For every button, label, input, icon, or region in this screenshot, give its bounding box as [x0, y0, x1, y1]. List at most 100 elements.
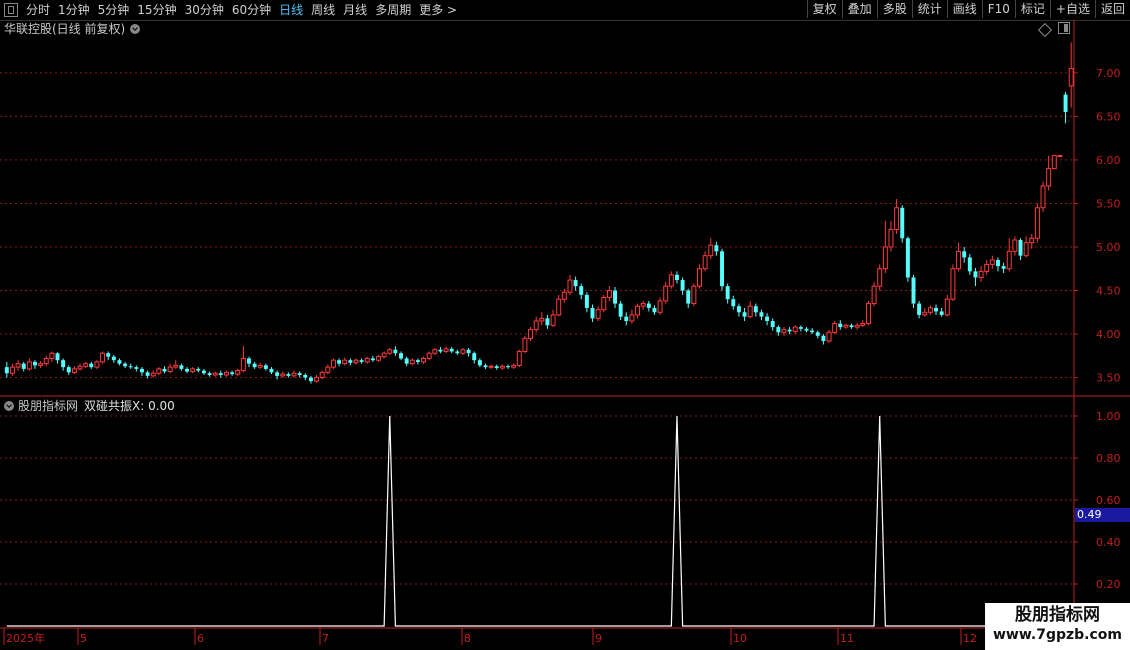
candle-body — [49, 352, 55, 359]
candle-body — [308, 377, 313, 382]
candle-body — [4, 367, 9, 374]
candle-body — [123, 363, 128, 367]
candle-body — [156, 368, 162, 374]
candle-body — [691, 285, 697, 305]
candle-body — [821, 335, 826, 342]
candle-body — [167, 366, 173, 372]
candle-body — [860, 323, 866, 326]
candle-body — [967, 257, 972, 272]
time-axis-label: 10 — [733, 632, 747, 645]
candle-body — [765, 316, 770, 321]
indicator-axis-label: 0.40 — [1096, 536, 1121, 549]
candle-body — [55, 353, 60, 361]
candle-body — [71, 368, 77, 373]
candle-body — [330, 359, 336, 368]
candle-body — [1001, 266, 1006, 269]
candle-body — [140, 368, 144, 373]
candle-body — [117, 360, 122, 364]
candle-body — [601, 296, 607, 311]
candle-body — [792, 326, 798, 332]
candle-body — [545, 318, 550, 326]
candle-body — [494, 366, 499, 369]
kline-chart[interactable]: 7.00 6.50 6.00 5.50 5.00 4.50 4.00 3.50 1.00 0.80… — [0, 0, 1130, 650]
candle-body — [539, 317, 545, 322]
candle-body — [235, 370, 241, 375]
candle-body — [275, 372, 280, 376]
price-axis-label: 4.00 — [1096, 328, 1121, 341]
candle-body — [573, 280, 578, 287]
candle-body — [1063, 94, 1068, 113]
candle-body — [162, 368, 167, 372]
candle-body — [1034, 207, 1040, 239]
candle-body — [257, 364, 263, 368]
candle-body — [911, 277, 916, 304]
indicator-axis-label: 0.20 — [1096, 578, 1121, 591]
candle-body — [516, 350, 522, 366]
candle-body — [303, 374, 308, 378]
candle-body — [595, 309, 601, 319]
candle-body — [905, 238, 910, 278]
candle-body — [1051, 155, 1057, 170]
candle-body — [201, 370, 206, 374]
candle-body — [522, 337, 528, 352]
candle-body — [781, 329, 787, 333]
candle-body — [106, 353, 111, 357]
price-axis-label: 6.50 — [1096, 110, 1121, 123]
candle-body — [1006, 250, 1012, 270]
watermark: 股朋指标网 www.7gpzb.com — [985, 603, 1130, 650]
indicator-axis-label: 0.60 — [1096, 494, 1121, 507]
candle-body — [207, 373, 212, 375]
candle-body — [66, 367, 71, 373]
candle-body — [393, 349, 398, 354]
candle-body — [832, 323, 838, 333]
candle-body — [190, 368, 196, 372]
candle-body — [624, 316, 629, 321]
chevron-down-icon[interactable] — [4, 401, 14, 411]
candle-body — [973, 271, 978, 278]
candle-body — [38, 363, 44, 366]
candle-body — [838, 323, 843, 328]
candle-body — [150, 372, 156, 377]
candle-body — [680, 280, 685, 291]
candle-body — [759, 312, 764, 317]
candle-body — [742, 312, 747, 317]
candle-body — [421, 357, 427, 363]
candle-body — [787, 329, 792, 332]
candle-body — [286, 374, 291, 376]
candle-body — [376, 356, 381, 361]
candle-body — [26, 361, 32, 370]
candle-body — [888, 229, 894, 248]
candle-body — [432, 349, 438, 354]
candle-body — [370, 358, 375, 361]
time-axis-label: 8 — [464, 632, 471, 645]
candle-body — [443, 348, 449, 352]
candle-body — [399, 353, 403, 359]
candle-body — [934, 307, 938, 312]
indicator-axis-label: 0.80 — [1096, 452, 1121, 465]
candle-body — [657, 300, 663, 313]
candle-body — [978, 270, 984, 278]
candle-body — [776, 327, 781, 333]
candle-body — [989, 259, 995, 265]
candle-body — [629, 314, 635, 322]
candle-body — [145, 372, 150, 376]
candle-body — [499, 365, 505, 369]
candle-body — [381, 352, 387, 358]
candle-body — [618, 303, 623, 317]
indicator-current-value: 0.49 — [1075, 508, 1130, 522]
candle-body — [725, 286, 730, 300]
candle-body — [247, 358, 251, 364]
candle-body — [43, 357, 49, 365]
candle-body — [939, 311, 944, 315]
candle-body — [314, 377, 320, 382]
candle-body — [449, 348, 454, 352]
candle-body — [359, 360, 364, 362]
candle-body — [917, 303, 922, 315]
candle-body — [663, 285, 669, 302]
candle-body — [882, 246, 888, 270]
price-axis-label: 5.00 — [1096, 241, 1121, 254]
candle-body — [613, 290, 617, 304]
candle-body — [962, 251, 967, 258]
candle-body — [900, 207, 905, 239]
candle-body — [337, 360, 342, 364]
